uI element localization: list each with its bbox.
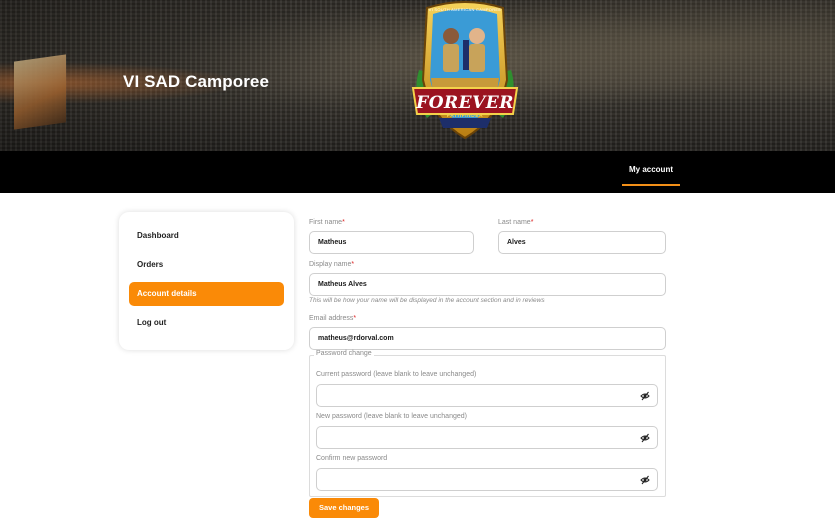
last-name-field[interactable]: Alves	[498, 231, 666, 254]
account-navigation: Dashboard Orders Account details Log out	[119, 212, 294, 350]
required-mark: *	[530, 219, 534, 226]
eye-slash-icon[interactable]	[640, 475, 650, 485]
camporee-logo[interactable]	[409, 0, 521, 151]
eye-slash-icon[interactable]	[640, 433, 650, 443]
eye-slash-icon[interactable]	[640, 391, 650, 401]
required-mark: *	[342, 219, 345, 226]
current-password-field[interactable]	[316, 384, 658, 407]
site-title[interactable]: VI SAD Camporee	[123, 72, 269, 92]
first-name-label: First name*	[309, 219, 345, 226]
email-label: Email address*	[309, 315, 357, 322]
sidebar-item-account-details[interactable]: Account details	[129, 282, 284, 306]
display-name-field[interactable]: Matheus Alves	[309, 273, 666, 296]
logo-arc-text: VI SOUTH AMERICAN CAMPOREE	[428, 7, 502, 12]
main-nav	[0, 151, 835, 193]
email-field[interactable]: matheus@rdorval.com	[309, 327, 666, 350]
logo-main-text: FOREVER	[416, 93, 514, 113]
sidebar-item-dashboard[interactable]: Dashboard	[129, 224, 284, 248]
current-password-label: Current password (leave blank to leave u…	[316, 371, 477, 378]
nav-active-indicator	[622, 184, 680, 186]
password-change-legend: Password change	[314, 350, 374, 357]
new-password-field[interactable]	[316, 426, 658, 449]
confirm-password-label: Confirm new password	[316, 455, 388, 462]
confirm-password-field[interactable]	[316, 468, 658, 491]
logo-sub-text: PATHFINDER	[446, 113, 484, 119]
required-mark: *	[353, 315, 357, 322]
sidebar-item-orders[interactable]: Orders	[129, 253, 284, 277]
save-changes-button[interactable]: Save changes	[309, 498, 379, 518]
new-password-label: New password (leave blank to leave uncha…	[316, 413, 467, 420]
required-mark: *	[351, 261, 355, 268]
sidebar-item-log-out[interactable]: Log out	[129, 311, 284, 335]
last-name-label: Last name*	[498, 219, 534, 226]
display-name-label: Display name*	[309, 261, 355, 268]
nav-my-account-link[interactable]: My account	[622, 165, 680, 174]
first-name-field[interactable]: Matheus	[309, 231, 474, 254]
display-name-hint: This will be how your name will be displ…	[309, 297, 545, 304]
